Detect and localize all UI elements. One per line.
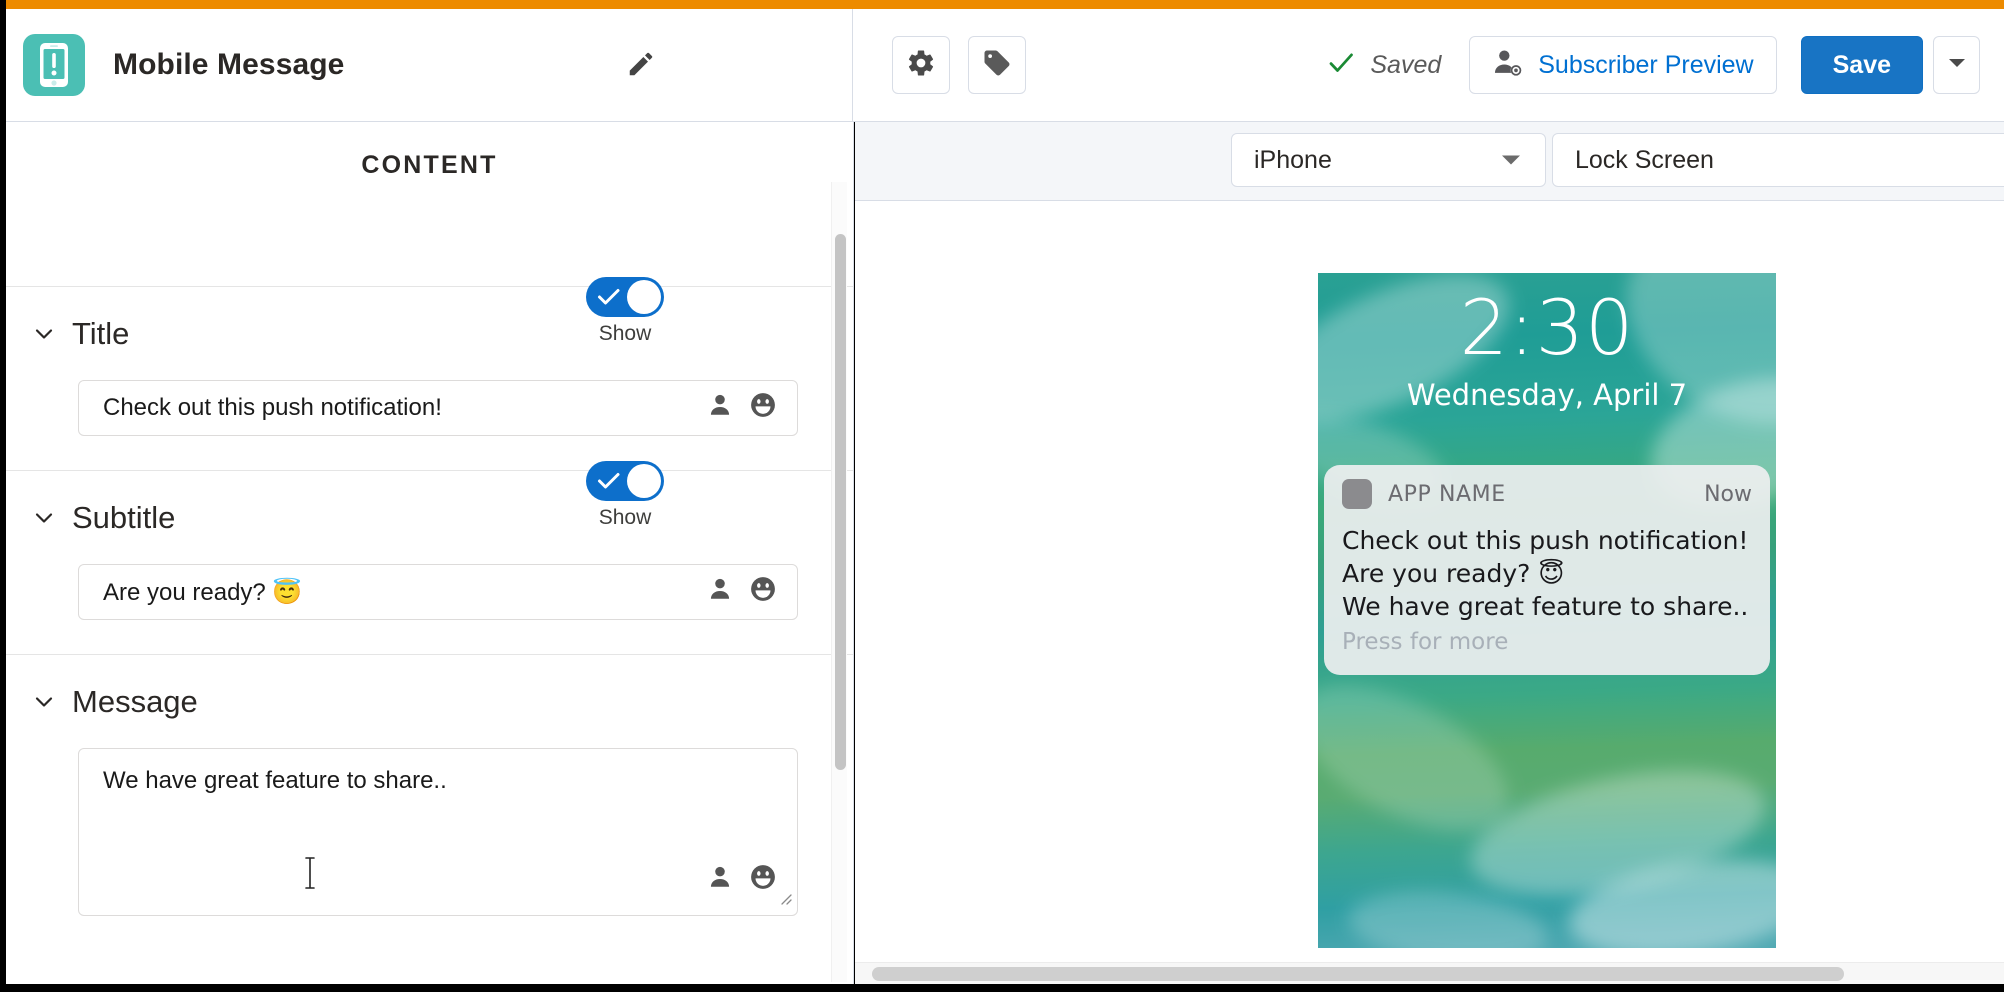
title-field-icons xyxy=(707,391,777,426)
wallpaper-wave xyxy=(1562,846,1776,948)
caret-down-icon xyxy=(1499,146,1523,175)
subtitle-input-value: Are you ready? 😇 xyxy=(103,578,303,606)
show-toggle-label: Show xyxy=(598,322,652,345)
device-select-value: iPhone xyxy=(1254,145,1332,174)
gear-icon xyxy=(906,48,936,83)
notification-message: We have great feature to share.. xyxy=(1342,591,1749,621)
preview-panel: iPhone Lock Screen 2:30 Wednesday, April… xyxy=(855,122,2004,984)
notification-title: Check out this push notification! xyxy=(1342,526,1749,555)
content-panel-scrollbar[interactable] xyxy=(831,182,847,982)
preview-stage: 2:30 Wednesday, April 7 APP NAME Now Che… xyxy=(855,201,2004,984)
chevron-down-icon xyxy=(1947,56,1967,75)
tag-button[interactable] xyxy=(968,36,1026,94)
device-select[interactable]: iPhone xyxy=(1231,133,1546,187)
title-field-wrapper: Check out this push notification! xyxy=(78,380,798,436)
personalization-icon[interactable] xyxy=(707,864,733,897)
section-label-subtitle: Subtitle xyxy=(72,499,176,535)
notification-card[interactable]: APP NAME Now Check out this push notific… xyxy=(1324,465,1770,676)
user-preview-icon xyxy=(1492,48,1524,83)
notification-timestamp: Now xyxy=(1704,481,1752,507)
emoji-icon[interactable] xyxy=(749,391,777,426)
save-menu-button[interactable] xyxy=(1933,36,1980,94)
saved-label: Saved xyxy=(1370,50,1442,79)
show-toggle-subtitle[interactable]: Show xyxy=(581,461,669,530)
top-accent-bar xyxy=(6,0,2004,9)
lock-screen-time: 2:30 xyxy=(1459,283,1635,372)
toggle-knob xyxy=(627,280,661,314)
chevron-down-icon[interactable] xyxy=(32,322,56,346)
section-label-title: Title xyxy=(72,315,130,351)
textarea-resize-handle[interactable] xyxy=(777,885,793,913)
check-icon xyxy=(1326,48,1356,83)
message-textarea[interactable]: We have great feature to share.. xyxy=(78,748,798,916)
subtitle-field-wrapper: Are you ready? 😇 xyxy=(78,564,798,620)
emoji-icon[interactable] xyxy=(749,863,777,898)
check-icon xyxy=(597,287,621,312)
preview-horizontal-scrollbar[interactable] xyxy=(855,962,2004,984)
section-header-title: Title Show xyxy=(6,277,853,380)
show-toggle-label: Show xyxy=(598,506,652,529)
text-cursor-icon xyxy=(303,856,317,897)
subtitle-input[interactable]: Are you ready? 😇 xyxy=(78,564,798,620)
section-header-message: Message xyxy=(6,655,853,748)
message-field-icons xyxy=(707,863,777,898)
section-label-message: Message xyxy=(72,683,198,719)
subscriber-preview-label: Subscriber Preview xyxy=(1538,50,1754,79)
page-title: Mobile Message xyxy=(113,48,345,81)
message-field-wrapper: We have great feature to share.. xyxy=(78,748,798,916)
chevron-down-icon[interactable] xyxy=(32,690,56,714)
section-message: Message We have great feature to share.. xyxy=(6,654,853,916)
section-title: Title Show Check out this push notificat… xyxy=(6,277,853,436)
notification-body: Check out this push notification! Are yo… xyxy=(1324,515,1770,675)
toggle-knob xyxy=(627,464,661,498)
settings-button[interactable] xyxy=(892,36,950,94)
emoji-icon[interactable] xyxy=(749,575,777,610)
window-bottom-edge xyxy=(0,984,2004,992)
title-input[interactable]: Check out this push notification! xyxy=(78,380,798,436)
subscriber-preview-button[interactable]: Subscriber Preview xyxy=(1469,36,1777,94)
show-toggle-title[interactable]: Show xyxy=(581,277,669,346)
preview-toolbar: iPhone Lock Screen xyxy=(855,122,2004,201)
subtitle-field-icons xyxy=(707,575,777,610)
personalization-icon[interactable] xyxy=(707,576,733,609)
content-panel: CONTENT Title Show Check out this push n… xyxy=(6,122,854,984)
save-button[interactable]: Save xyxy=(1800,36,1923,94)
screen-select[interactable]: Lock Screen xyxy=(1552,133,2004,187)
header-left-region: Mobile Message xyxy=(6,9,853,121)
pencil-icon[interactable] xyxy=(622,45,660,83)
notification-app-name: APP NAME xyxy=(1388,481,1506,507)
notification-header: APP NAME Now xyxy=(1324,465,1770,515)
personalization-icon[interactable] xyxy=(707,392,733,425)
scrollbar-thumb[interactable] xyxy=(835,234,846,770)
wallpaper-wave xyxy=(1318,655,1531,861)
toggle-track xyxy=(586,277,664,317)
section-subtitle: Subtitle Show Are you ready? 😇 xyxy=(6,461,853,620)
chevron-down-icon[interactable] xyxy=(32,506,56,530)
notification-subtitle: Are you ready? 😇 xyxy=(1342,558,1565,588)
mobile-message-icon xyxy=(23,34,85,96)
wallpaper-wave xyxy=(1344,882,1552,948)
header-toolbar: Saved Subscriber Preview Save xyxy=(854,9,2004,121)
notification-app-icon xyxy=(1342,479,1372,509)
section-header-subtitle: Subtitle Show xyxy=(6,461,853,564)
check-icon xyxy=(597,471,621,496)
content-panel-heading: CONTENT xyxy=(361,151,498,179)
message-textarea-value: We have great feature to share.. xyxy=(103,767,447,794)
app-header: Mobile Message Saved Subscriber Preview … xyxy=(6,9,2004,122)
notification-press-for-more: Press for more xyxy=(1342,629,1509,656)
phone-preview: 2:30 Wednesday, April 7 APP NAME Now Che… xyxy=(1318,273,1776,948)
lock-screen-date: Wednesday, April 7 xyxy=(1406,378,1688,412)
toggle-track xyxy=(586,461,664,501)
scrollbar-thumb[interactable] xyxy=(872,967,1844,981)
tag-icon xyxy=(982,48,1012,83)
wallpaper-wave xyxy=(1459,748,1776,918)
save-status: Saved xyxy=(1326,48,1441,83)
app-window: Mobile Message Saved Subscriber Preview … xyxy=(0,0,2004,992)
screen-select-value: Lock Screen xyxy=(1575,145,1714,174)
title-input-value: Check out this push notification! xyxy=(103,394,442,421)
